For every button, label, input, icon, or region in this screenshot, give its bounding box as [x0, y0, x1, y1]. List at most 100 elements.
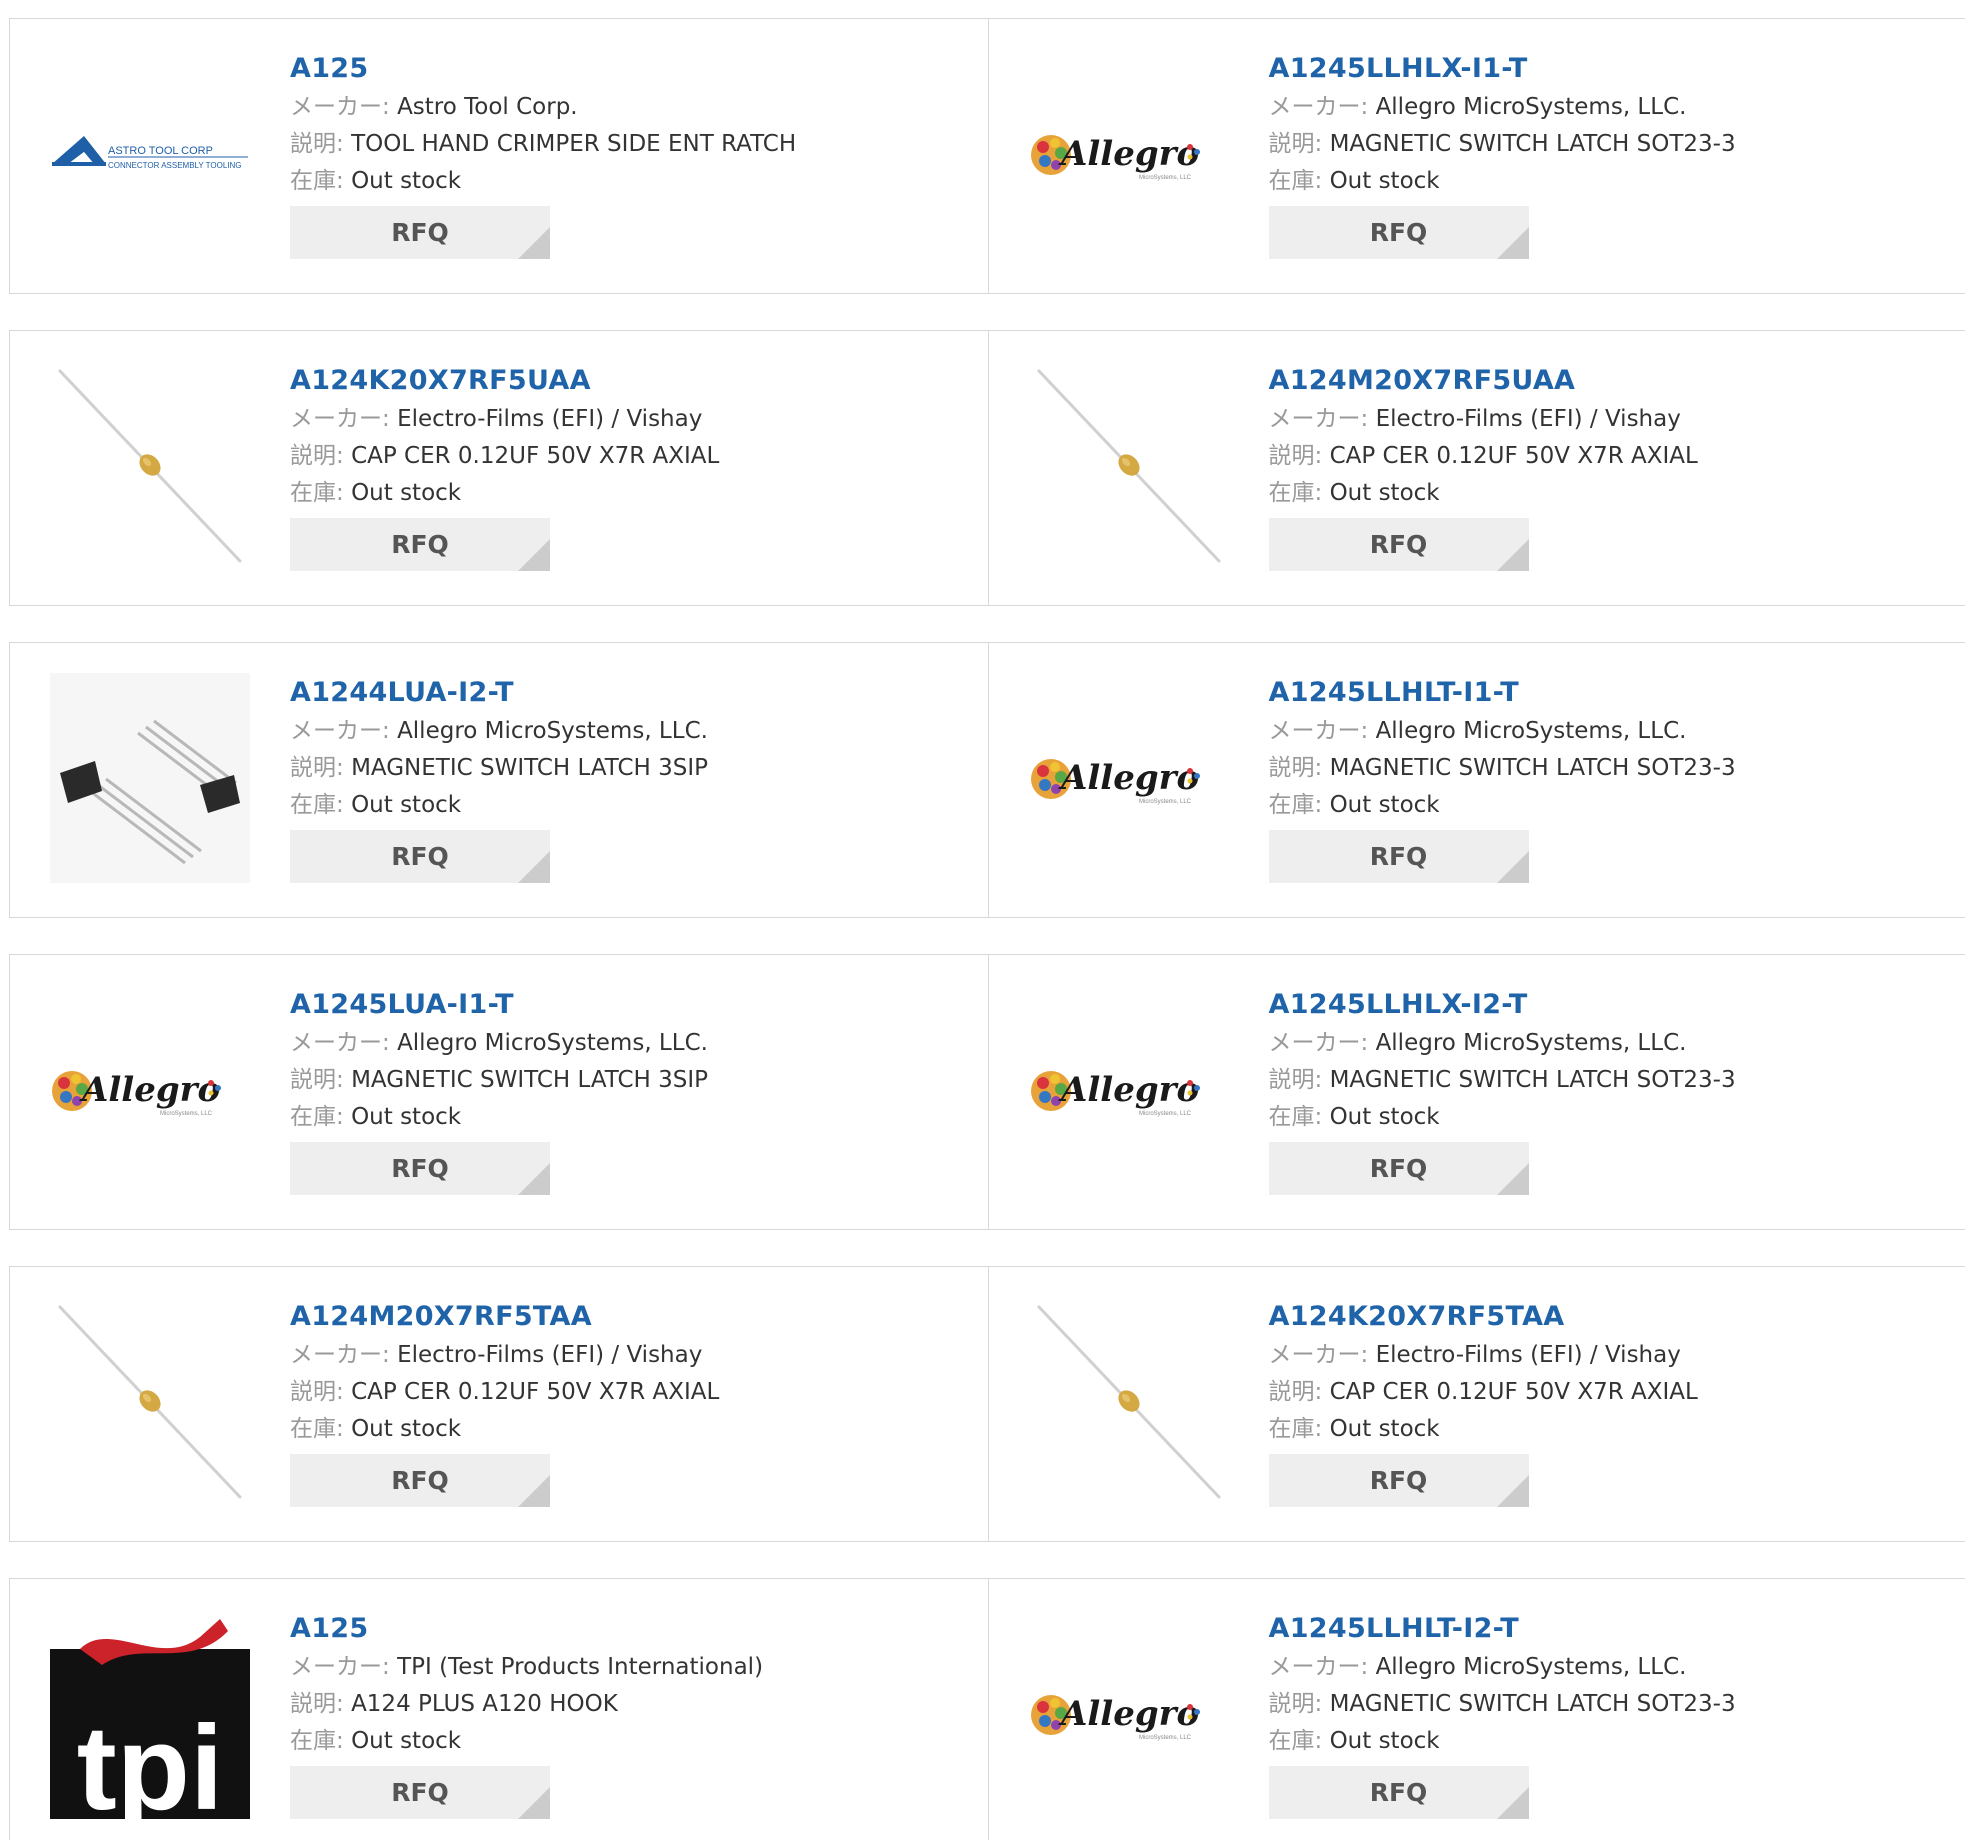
- manufacturer-line: メーカー: Allegro MicroSystems, LLC.: [1269, 1649, 1929, 1686]
- svg-text:Allegro: Allegro: [1058, 134, 1199, 174]
- svg-text:MicroSystems, LLC: MicroSystems, LLC: [1139, 175, 1192, 181]
- description-label: 説明:: [1268, 1691, 1323, 1717]
- product-info: A1245LLHLT-I2-T メーカー: Allegro MicroSyste…: [1268, 1609, 1929, 1819]
- rfq-label: RFQ: [1369, 218, 1428, 247]
- part-number-link[interactable]: A1244LUA-I2-T: [290, 673, 950, 713]
- product-image[interactable]: Allegro MicroSystems, LLC: [1029, 673, 1229, 883]
- product-image[interactable]: Allegro MicroSystems, LLC: [50, 985, 250, 1195]
- stock-value: Out stock: [351, 1416, 462, 1442]
- product-image[interactable]: [1029, 1297, 1229, 1507]
- product-image[interactable]: Allegro MicroSystems, LLC: [1029, 49, 1229, 259]
- product-image[interactable]: [50, 1297, 250, 1507]
- product-info: A1244LUA-I2-T メーカー: Allegro MicroSystems…: [290, 673, 950, 883]
- button-corner-decoration: [1496, 227, 1529, 259]
- description-label: 説明:: [290, 443, 344, 469]
- stock-line: 在庫: Out stock: [290, 475, 950, 512]
- stock-line: 在庫: Out stock: [1269, 1723, 1929, 1760]
- stock-line: 在庫: Out stock: [290, 1411, 950, 1448]
- product-image[interactable]: [50, 673, 250, 883]
- product-card: A124M20X7RF5UAA メーカー: Electro-Films (EFI…: [987, 331, 1965, 605]
- part-number-link[interactable]: A1245LUA-I1-T: [290, 985, 950, 1025]
- rfq-label: RFQ: [1369, 530, 1428, 559]
- manufacturer-label: メーカー:: [1268, 94, 1369, 120]
- product-image[interactable]: tpi: [50, 1609, 250, 1819]
- manufacturer-value: Electro-Films (EFI) / Vishay: [397, 1342, 703, 1368]
- rfq-button[interactable]: RFQ: [290, 1454, 550, 1507]
- product-image[interactable]: Allegro MicroSystems, LLC: [1029, 1609, 1229, 1819]
- stock-label: 在庫:: [1268, 168, 1323, 194]
- product-info: A1245LLHLX-I2-T メーカー: Allegro MicroSyste…: [1268, 985, 1929, 1195]
- part-number-link[interactable]: A1245LLHLX-I2-T: [1269, 985, 1929, 1025]
- manufacturer-line: メーカー: Astro Tool Corp.: [290, 89, 950, 126]
- stock-line: 在庫: Out stock: [290, 1723, 950, 1760]
- axial-capacitor-image: [1037, 369, 1220, 563]
- stock-value: Out stock: [351, 1728, 462, 1754]
- description-label: 説明:: [290, 1691, 344, 1717]
- allegro-logo: Allegro MicroSystems, LLC: [1030, 758, 1200, 805]
- part-number-link[interactable]: A1245LLHLT-I1-T: [1269, 673, 1929, 713]
- button-corner-decoration: [1496, 539, 1529, 571]
- stock-value: Out stock: [351, 792, 462, 818]
- description-value: MAGNETIC SWITCH LATCH SOT23-3: [1329, 755, 1736, 781]
- manufacturer-label: メーカー:: [1268, 1654, 1369, 1680]
- rfq-button[interactable]: RFQ: [1268, 830, 1529, 883]
- product-info: A124K20X7RF5TAA メーカー: Electro-Films (EFI…: [1268, 1297, 1929, 1507]
- stock-line: 在庫: Out stock: [290, 163, 950, 200]
- allegro-logo: Allegro MicroSystems, LLC: [1030, 1694, 1200, 1741]
- description-line: 説明: MAGNETIC SWITCH LATCH 3SIP: [290, 750, 950, 787]
- rfq-button[interactable]: RFQ: [290, 518, 550, 571]
- rfq-button[interactable]: RFQ: [1268, 206, 1529, 259]
- product-info: A125 メーカー: TPI (Test Products Internatio…: [290, 1609, 950, 1819]
- part-number-link[interactable]: A125: [290, 1609, 950, 1649]
- manufacturer-value: Astro Tool Corp.: [397, 94, 578, 120]
- part-number-link[interactable]: A1245LLHLT-I2-T: [1269, 1609, 1929, 1649]
- manufacturer-value: Allegro MicroSystems, LLC.: [1375, 94, 1687, 120]
- product-info: A125 メーカー: Astro Tool Corp. 説明: TOOL HAN…: [290, 49, 950, 259]
- stock-value: Out stock: [1329, 1104, 1440, 1130]
- part-number-link[interactable]: A1245LLHLX-I1-T: [1269, 49, 1929, 89]
- svg-text:Allegro: Allegro: [1058, 1070, 1199, 1110]
- description-label: 説明:: [1268, 1067, 1323, 1093]
- description-value: MAGNETIC SWITCH LATCH SOT23-3: [1329, 1067, 1736, 1093]
- svg-text:Allegro: Allegro: [79, 1070, 220, 1110]
- product-card: Allegro MicroSystems, LLC A1245LLHLT-I2-…: [987, 1579, 1965, 1840]
- product-image[interactable]: Allegro MicroSystems, LLC: [1029, 985, 1229, 1195]
- rfq-button[interactable]: RFQ: [1268, 1142, 1529, 1195]
- manufacturer-label: メーカー:: [1268, 406, 1369, 432]
- manufacturer-line: メーカー: Electro-Films (EFI) / Vishay: [1269, 401, 1929, 438]
- manufacturer-line: メーカー: Allegro MicroSystems, LLC.: [1269, 89, 1929, 126]
- stock-line: 在庫: Out stock: [1269, 475, 1929, 512]
- product-row: A1244LUA-I2-T メーカー: Allegro MicroSystems…: [9, 642, 1965, 918]
- rfq-button[interactable]: RFQ: [1268, 1454, 1529, 1507]
- description-line: 説明: MAGNETIC SWITCH LATCH SOT23-3: [1269, 1062, 1929, 1099]
- rfq-button[interactable]: RFQ: [290, 830, 550, 883]
- part-number-link[interactable]: A125: [290, 49, 950, 89]
- rfq-button[interactable]: RFQ: [290, 1142, 550, 1195]
- manufacturer-label: メーカー:: [290, 1654, 390, 1680]
- rfq-button[interactable]: RFQ: [290, 206, 550, 259]
- svg-text:MicroSystems, LLC: MicroSystems, LLC: [1139, 799, 1192, 805]
- product-card: tpi A125 メーカー: TPI (Test Products Intern…: [10, 1579, 988, 1840]
- part-number-link[interactable]: A124M20X7RF5UAA: [1269, 361, 1929, 401]
- button-corner-decoration: [518, 539, 550, 571]
- stock-label: 在庫:: [290, 480, 344, 506]
- rfq-button[interactable]: RFQ: [1268, 518, 1529, 571]
- manufacturer-line: メーカー: Allegro MicroSystems, LLC.: [290, 713, 950, 750]
- description-line: 説明: TOOL HAND CRIMPER SIDE ENT RATCH: [290, 126, 950, 163]
- product-image[interactable]: ASTRO TOOL CORP CONNECTOR ASSEMBLY TOOLI…: [50, 49, 250, 259]
- part-number-link[interactable]: A124K20X7RF5TAA: [1269, 1297, 1929, 1337]
- manufacturer-value: Allegro MicroSystems, LLC.: [397, 1030, 708, 1056]
- rfq-button[interactable]: RFQ: [290, 1766, 550, 1819]
- rfq-button[interactable]: RFQ: [1268, 1766, 1529, 1819]
- part-number-link[interactable]: A124M20X7RF5TAA: [290, 1297, 950, 1337]
- product-row: A124K20X7RF5UAA メーカー: Electro-Films (EFI…: [9, 330, 1965, 606]
- product-image[interactable]: [1029, 361, 1229, 571]
- description-line: 説明: MAGNETIC SWITCH LATCH SOT23-3: [1269, 1686, 1929, 1723]
- manufacturer-line: メーカー: Electro-Films (EFI) / Vishay: [290, 401, 950, 438]
- product-image[interactable]: [50, 361, 250, 571]
- part-number-link[interactable]: A124K20X7RF5UAA: [290, 361, 950, 401]
- product-card: A124M20X7RF5TAA メーカー: Electro-Films (EFI…: [10, 1267, 988, 1541]
- stock-label: 在庫:: [290, 1104, 344, 1130]
- manufacturer-value: Allegro MicroSystems, LLC.: [1375, 1030, 1687, 1056]
- description-label: 説明:: [1268, 1379, 1323, 1405]
